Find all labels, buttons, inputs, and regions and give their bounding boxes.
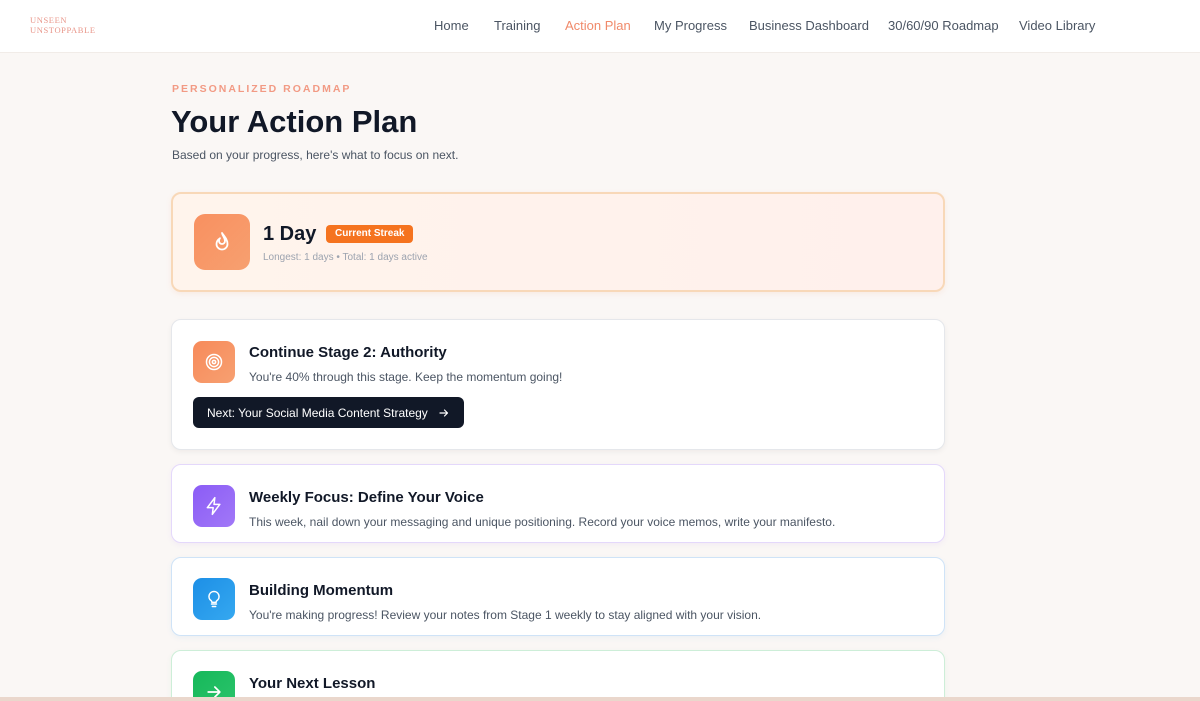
weekly-card-description: This week, nail down your messaging and … <box>249 515 836 529</box>
nav-video-library[interactable]: Video Library <box>1019 18 1095 33</box>
lightbulb-icon <box>193 578 235 620</box>
lesson-card-title: Your Next Lesson <box>249 675 376 692</box>
lightning-icon <box>193 485 235 527</box>
streak-card: 1 Day Current Streak Longest: 1 days • T… <box>171 192 945 292</box>
nav-roadmap[interactable]: 30/60/90 Roadmap <box>888 18 999 33</box>
main-nav: Home Training Action Plan My Progress Bu… <box>0 0 1200 53</box>
top-navigation-bar: UNSEEN UNSTOPPABLE Home Training Action … <box>0 0 1200 53</box>
nav-training[interactable]: Training <box>494 18 540 33</box>
page-eyebrow: PERSONALIZED ROADMAP <box>172 83 352 95</box>
page-title: Your Action Plan <box>171 104 418 139</box>
stage-card-description: You're 40% through this stage. Keep the … <box>249 370 563 384</box>
nav-business-dashboard[interactable]: Business Dashboard <box>749 18 869 33</box>
continue-stage-card: Continue Stage 2: Authority You're 40% t… <box>171 319 945 450</box>
streak-value: 1 Day <box>263 223 317 245</box>
streak-badge: Current Streak <box>326 225 414 243</box>
stage-card-title: Continue Stage 2: Authority <box>249 344 447 361</box>
arrow-right-icon <box>438 407 450 419</box>
nav-home[interactable]: Home <box>434 18 469 33</box>
building-momentum-card: Building Momentum You're making progress… <box>171 557 945 636</box>
streak-meta: Longest: 1 days • Total: 1 days active <box>263 252 428 263</box>
momentum-card-description: You're making progress! Review your note… <box>249 608 762 622</box>
momentum-card-title: Building Momentum <box>249 582 394 599</box>
bottom-divider <box>0 697 1200 701</box>
next-lesson-button-label: Next: Your Social Media Content Strategy <box>207 405 428 420</box>
next-lesson-button[interactable]: Next: Your Social Media Content Strategy <box>193 397 464 428</box>
nav-my-progress[interactable]: My Progress <box>654 18 727 33</box>
page-subtitle: Based on your progress, here's what to f… <box>172 148 459 162</box>
flame-icon <box>194 214 250 270</box>
target-icon <box>193 341 235 383</box>
next-lesson-card[interactable]: Your Next Lesson <box>171 650 945 701</box>
weekly-card-title: Weekly Focus: Define Your Voice <box>249 489 484 506</box>
weekly-focus-card: Weekly Focus: Define Your Voice This wee… <box>171 464 945 543</box>
nav-action-plan[interactable]: Action Plan <box>565 18 631 33</box>
